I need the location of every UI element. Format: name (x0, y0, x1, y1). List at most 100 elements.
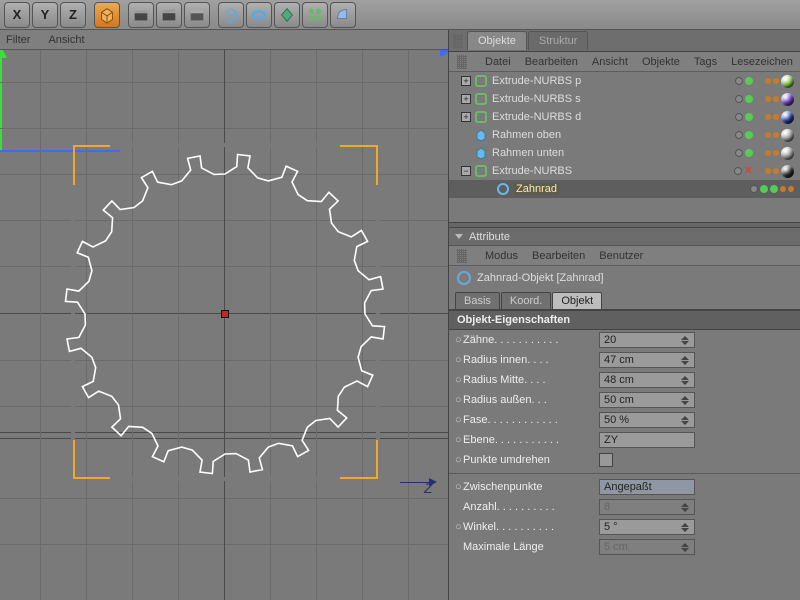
tag-dot-icon[interactable] (765, 78, 771, 84)
prop-ebene-field[interactable]: ZY (599, 432, 695, 448)
visibility-dot-icon[interactable] (745, 149, 753, 157)
attr-menu-mode[interactable]: Modus (485, 250, 518, 262)
prop-zaehne-field[interactable]: 20 (599, 332, 695, 348)
tab-object[interactable]: Objekt (552, 292, 602, 309)
tag-dot-icon[interactable] (765, 114, 771, 120)
layer-dot-icon[interactable] (734, 167, 742, 175)
tag-dot-icon[interactable] (765, 168, 771, 174)
wire-cube-button[interactable] (218, 2, 244, 28)
clapper-1-button[interactable] (128, 2, 154, 28)
material-ball-icon[interactable] (781, 147, 794, 160)
attr-menu-edit[interactable]: Bearbeiten (532, 250, 585, 262)
axis-z-button[interactable]: Z (60, 2, 86, 28)
prop-fase-field[interactable]: 50 % (599, 412, 695, 428)
prop-zwischen-field[interactable]: Angepaßt (599, 479, 695, 495)
tab-objects[interactable]: Objekte (467, 31, 527, 50)
axis-x-button[interactable]: X (4, 2, 30, 28)
clapper-3-button[interactable] (184, 2, 210, 28)
tag-dot-icon[interactable] (788, 186, 794, 192)
layer-dot-icon[interactable] (735, 95, 743, 103)
torus-tool-button[interactable] (246, 2, 272, 28)
prop-radius-mitte-field[interactable]: 48 cm (599, 372, 695, 388)
tag-dot-icon[interactable] (780, 186, 786, 192)
clapper-2-button[interactable] (156, 2, 182, 28)
material-ball-icon[interactable] (781, 111, 794, 124)
tree-row[interactable]: Rahmen unten (449, 144, 800, 162)
disable-icon[interactable]: ✕ (744, 166, 753, 177)
tag-dot-icon[interactable] (773, 132, 779, 138)
crystal-tool-button[interactable] (274, 2, 300, 28)
visibility-dot-icon[interactable] (745, 131, 753, 139)
prop-punkte-label: Punkte umdrehen (463, 454, 550, 466)
cube-tool-button[interactable] (94, 2, 120, 28)
prop-radius-innen-field[interactable]: 47 cm (599, 352, 695, 368)
tree-item-label: Extrude-NURBS (492, 165, 572, 177)
visibility-dot-icon[interactable] (760, 185, 768, 193)
array-tool-button[interactable] (302, 2, 328, 28)
visibility-dot-icon[interactable] (745, 77, 753, 85)
layer-dot-icon[interactable] (735, 113, 743, 121)
tab-structure[interactable]: Struktur (528, 31, 589, 50)
tag-dot-icon[interactable] (765, 132, 771, 138)
tree-expand-icon[interactable]: + (461, 112, 471, 122)
tag-dot-icon[interactable] (773, 78, 779, 84)
panel-grip-icon[interactable] (453, 34, 463, 48)
origin-handle[interactable] (221, 310, 229, 318)
viewport-menu-view[interactable]: Ansicht (48, 34, 84, 46)
tree-row[interactable]: Zahnrad (449, 180, 800, 198)
tree-row[interactable]: +Extrude-NURBS d (449, 108, 800, 126)
layer-dot-icon[interactable] (735, 77, 743, 85)
prop-anzahl-label: Anzahl (463, 501, 497, 513)
tree-row[interactable]: +Extrude-NURBS s (449, 90, 800, 108)
collapse-icon[interactable] (455, 234, 463, 239)
material-ball-icon[interactable] (781, 75, 794, 88)
panel-menu-grip-icon[interactable] (457, 55, 467, 69)
tree-row[interactable]: Rahmen oben (449, 126, 800, 144)
visibility-dot-icon[interactable] (745, 95, 753, 103)
tree-row[interactable]: +Extrude-NURBS p (449, 72, 800, 90)
menu-bookmarks[interactable]: Lesezeichen (731, 56, 793, 68)
material-ball-icon[interactable] (781, 165, 794, 178)
tag-dot-icon[interactable] (773, 114, 779, 120)
prop-radius-aussen-field[interactable]: 50 cm (599, 392, 695, 408)
attribute-header-label: Attribute (469, 231, 510, 243)
attr-menu-user[interactable]: Benutzer (599, 250, 643, 262)
tree-expand-icon[interactable]: + (461, 76, 471, 86)
material-ball-icon[interactable] (781, 129, 794, 142)
menu-tags[interactable]: Tags (694, 56, 717, 68)
tab-coord[interactable]: Koord. (501, 292, 551, 309)
layer-dot-icon[interactable] (735, 149, 743, 157)
render-dot-icon[interactable] (770, 185, 778, 193)
tree-row[interactable]: − Extrude-NURBS ✕ (449, 162, 800, 180)
tab-basis[interactable]: Basis (455, 292, 500, 309)
shape-tool-button[interactable] (330, 2, 356, 28)
prop-winkel-field[interactable]: 5 ° (599, 519, 695, 535)
tree-item-label: Zahnrad (514, 183, 559, 195)
tag-dot-icon[interactable] (765, 96, 771, 102)
tree-item-icon (474, 164, 488, 178)
object-tree[interactable]: +Extrude-NURBS p+Extrude-NURBS s+Extrude… (449, 72, 800, 222)
tag-dot-icon[interactable] (765, 150, 771, 156)
visibility-dot-icon[interactable] (745, 113, 753, 121)
object-panel-menu: Datei Bearbeiten Ansicht Objekte Tags Le… (449, 52, 800, 72)
material-ball-icon[interactable] (781, 93, 794, 106)
tag-dot-icon[interactable] (773, 150, 779, 156)
menu-edit[interactable]: Bearbeiten (525, 56, 578, 68)
menu-objects[interactable]: Objekte (642, 56, 680, 68)
viewport-menu-filter[interactable]: Filter (6, 34, 30, 46)
tag-dot-icon[interactable] (773, 96, 779, 102)
layer-dot-icon[interactable] (735, 131, 743, 139)
tree-item-icon (474, 110, 488, 124)
menu-file[interactable]: Datei (485, 56, 511, 68)
menu-view[interactable]: Ansicht (592, 56, 628, 68)
tree-expand-icon[interactable]: − (461, 166, 471, 176)
viewport[interactable]: Z (0, 50, 448, 600)
tag-dot-icon[interactable] (773, 168, 779, 174)
prop-ebene-label: Ebene (463, 434, 495, 446)
axis-y-button[interactable]: Y (32, 2, 58, 28)
tree-expand-icon[interactable]: + (461, 94, 471, 104)
prop-punkte-checkbox[interactable] (599, 453, 613, 467)
attr-menu-grip-icon[interactable] (457, 249, 467, 263)
layer-dot-icon[interactable] (750, 185, 758, 193)
object-panel-tabs: Objekte Struktur (449, 30, 800, 52)
